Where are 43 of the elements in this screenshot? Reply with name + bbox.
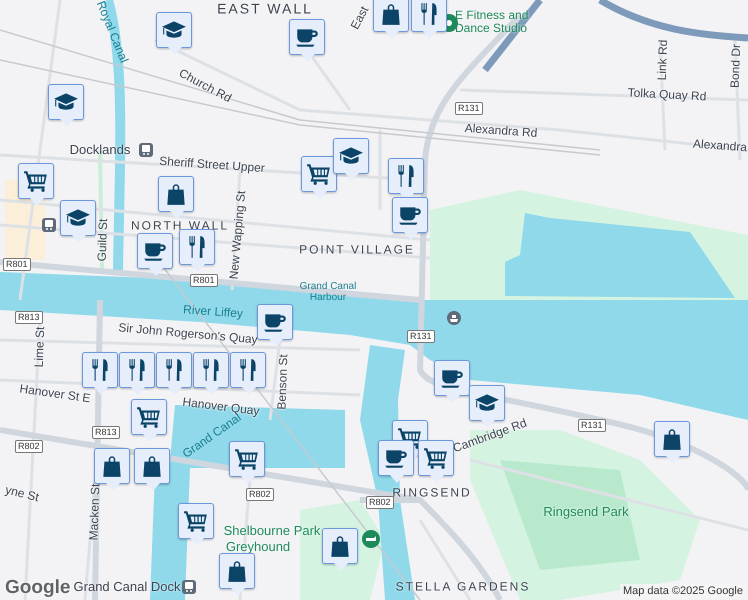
place-label: Greyhound <box>226 540 290 554</box>
street-label: Alexandra Rd <box>464 122 538 140</box>
area-label: NORTH WALL <box>131 219 229 233</box>
street-label: Alexandra <box>692 138 748 154</box>
route-shield: R802 <box>15 440 43 453</box>
train-icon <box>139 143 153 157</box>
street-label: yne St <box>4 483 40 505</box>
street-label: Tolka Quay Rd <box>627 86 707 104</box>
street-label: Hanover St E <box>18 382 92 406</box>
street-label: Guild St <box>96 218 110 262</box>
street-label: Bond Dr <box>728 44 744 88</box>
street-label: Sir John Rogerson's Quay <box>118 321 258 347</box>
station-label: Docklands <box>70 142 130 158</box>
route-shield: R801 <box>190 274 218 287</box>
route-shield: R131 <box>578 419 606 432</box>
place-label: Shelbourne Park <box>224 524 320 538</box>
street-label: Sheriff Street Upper <box>158 154 266 176</box>
street-label: Link Rd <box>656 39 670 81</box>
area-label: POINT VILLAGE <box>299 243 415 257</box>
street-label: Lime St <box>32 326 48 368</box>
water-label: River Liffey <box>182 303 244 321</box>
train-icon <box>42 218 56 232</box>
street-label: New Wapping St <box>228 190 248 280</box>
route-shield: R131 <box>407 330 435 343</box>
route-shield: R813 <box>15 311 43 324</box>
area-label: RINGSEND <box>392 486 472 500</box>
street-label: East <box>348 4 372 32</box>
route-shield: R813 <box>92 426 120 439</box>
station-label: Grand Canal Dock <box>74 580 180 594</box>
route-shield: R802 <box>366 496 394 509</box>
route-shield: R131 <box>455 102 483 115</box>
street-label: Macken St <box>87 483 103 541</box>
water-label: Royal Canal <box>94 0 130 65</box>
water-label: Grand Canal Harbour <box>298 281 358 303</box>
route-shield: R801 <box>3 258 31 271</box>
route-shield: R802 <box>246 488 274 501</box>
map-logo: Google <box>5 577 70 599</box>
place-label: Ringsend Park <box>543 504 629 520</box>
area-label: STELLA GARDENS <box>396 580 530 594</box>
area-label: EAST WALL <box>217 1 313 17</box>
ferry-icon <box>447 311 461 325</box>
train-icon <box>182 580 196 594</box>
street-label: Benson St <box>275 354 291 410</box>
